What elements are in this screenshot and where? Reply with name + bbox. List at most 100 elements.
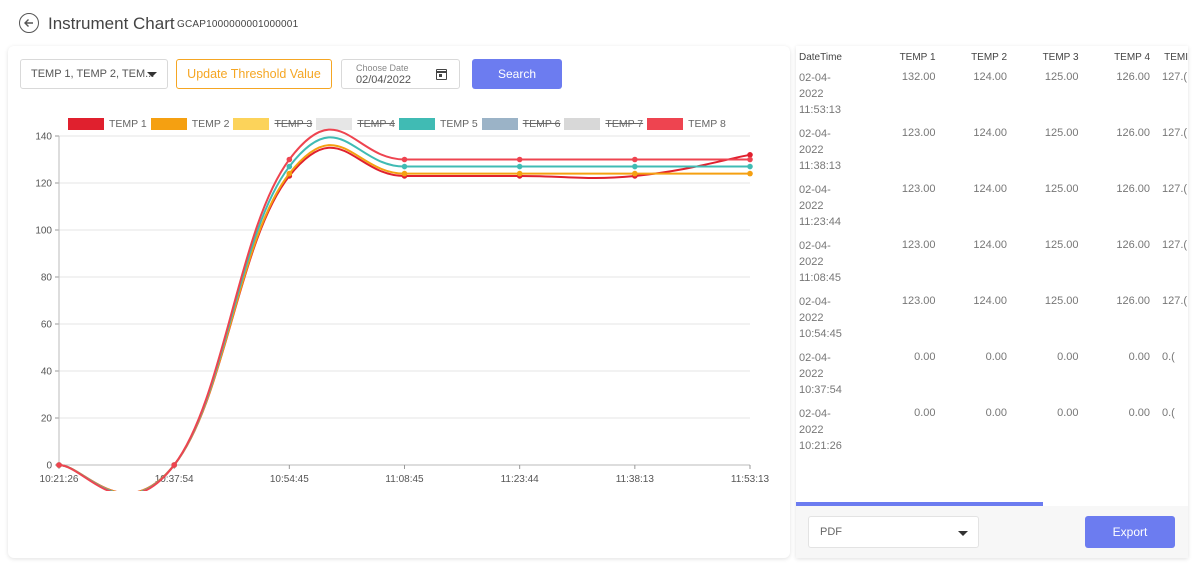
- data-point-temp-2[interactable]: [747, 170, 753, 177]
- sensor-select-value: TEMP 1, TEMP 2, TEM...: [31, 68, 155, 80]
- datetime-part: 10:37:54: [799, 384, 842, 396]
- value-cell: 124.00: [973, 239, 1007, 251]
- value-cell: 0.00: [1057, 351, 1079, 363]
- datetime-part: 2022: [799, 256, 824, 268]
- column-header[interactable]: TEMP 3: [1007, 46, 1079, 68]
- data-table-panel: DateTime TEMP 1 TEMP 2 TEMP 3 TEMP 4 TEMI 02-…: [796, 46, 1188, 558]
- data-point-temp-5[interactable]: [286, 163, 293, 170]
- data-point-temp-8[interactable]: [747, 156, 753, 163]
- y-tick-label: 0: [46, 461, 52, 472]
- value-cell: 0.00: [985, 407, 1007, 419]
- table-header-row: DateTime TEMP 1 TEMP 2 TEMP 3 TEMP 4 TEMI: [796, 46, 1188, 68]
- column-header[interactable]: DateTime: [796, 46, 864, 68]
- arrow-left-icon: [24, 19, 33, 27]
- calendar-icon[interactable]: [436, 69, 447, 80]
- series-line-temp-8: [58, 128, 750, 491]
- value-cell: 0.00: [1128, 351, 1150, 363]
- y-tick-label: 120: [35, 179, 52, 190]
- data-point-temp-5[interactable]: [747, 163, 753, 170]
- data-point-temp-8[interactable]: [286, 156, 293, 163]
- table-row[interactable]: 02-04- 2022 11:38:13 123.00 124.00 125.00 126.…: [796, 124, 1188, 180]
- date-picker[interactable]: Choose Date 02/04/2022: [341, 59, 460, 89]
- x-tick-label: 11:23:44: [501, 474, 540, 485]
- datetime-part: 02-04-: [799, 128, 831, 140]
- datetime-cell: 02-04- 2022 10:54:45: [796, 292, 864, 348]
- data-point-temp-2[interactable]: [632, 170, 638, 177]
- column-header[interactable]: TEMI: [1150, 46, 1188, 68]
- value-cell: 123.00: [901, 295, 936, 307]
- column-header[interactable]: TEMP 4: [1079, 46, 1150, 68]
- sensor-select[interactable]: TEMP 1, TEMP 2, TEM...: [20, 59, 168, 89]
- datetime-cell: 02-04- 2022 11:38:13: [796, 124, 864, 180]
- table-row[interactable]: 02-04- 2022 10:37:54 0.00 0.00 0.00 0.00 0.(: [796, 348, 1188, 404]
- value-cell: 0.00: [914, 351, 936, 363]
- y-tick-label: 140: [35, 132, 52, 143]
- datetime-part: 02-04-: [799, 184, 831, 196]
- series-line-temp-5: [58, 136, 750, 491]
- value-cell: 0.(: [1162, 407, 1175, 419]
- datetime-part: 11:53:13: [799, 104, 842, 116]
- value-cell: 123.00: [901, 127, 936, 139]
- caret-down-icon: [147, 72, 157, 77]
- datetime-part: 02-04-: [799, 72, 831, 84]
- data-point-temp-8[interactable]: [516, 156, 523, 163]
- value-cell: 124.00: [973, 71, 1007, 83]
- data-point-temp-8[interactable]: [171, 462, 177, 468]
- export-format-value: PDF: [820, 526, 842, 538]
- datetime-cell: 02-04- 2022 11:08:45: [796, 236, 864, 292]
- datetime-part: 10:21:26: [799, 440, 842, 452]
- datetime-part: 2022: [799, 144, 824, 156]
- data-table: DateTime TEMP 1 TEMP 2 TEMP 3 TEMP 4 TEMI 02-…: [796, 46, 1188, 460]
- export-format-select[interactable]: PDF: [808, 516, 979, 548]
- table-row[interactable]: 02-04- 2022 11:08:45 123.00 124.00 125.00 126.…: [796, 236, 1188, 292]
- data-point-temp-2[interactable]: [516, 170, 523, 177]
- x-tick-label: 10:21:26: [40, 474, 79, 485]
- x-tick-label: 11:38:13: [616, 474, 655, 485]
- data-point-temp-5[interactable]: [516, 163, 523, 170]
- table-row[interactable]: 02-04- 2022 11:53:13 132.00 124.00 125.00 126.…: [796, 68, 1188, 124]
- table-footer: PDF Export: [796, 506, 1188, 558]
- y-tick-label: 20: [41, 414, 53, 425]
- data-point-temp-5[interactable]: [632, 163, 638, 170]
- data-point-temp-2[interactable]: [401, 170, 408, 177]
- table-row[interactable]: 02-04- 2022 11:23:44 123.00 124.00 125.00 126.…: [796, 180, 1188, 236]
- datetime-cell: 02-04- 2022 10:21:26: [796, 404, 864, 460]
- line-chart: 02040608010012014010:21:26 10:37:54 10:54:…: [35, 128, 770, 491]
- column-header[interactable]: TEMP 1: [864, 46, 936, 68]
- x-tick-label: 10:54:45: [270, 474, 309, 485]
- table-row[interactable]: 02-04- 2022 10:54:45 123.00 124.00 125.00 126.…: [796, 292, 1188, 348]
- value-cell: 124.00: [973, 183, 1007, 195]
- datetime-part: 10:54:45: [799, 328, 842, 340]
- value-cell: 123.00: [901, 239, 936, 251]
- value-cell: 126.00: [1116, 295, 1150, 307]
- value-cell: 125.00: [1044, 183, 1079, 195]
- export-button[interactable]: Export: [1085, 516, 1175, 548]
- series-line-temp-2: [58, 144, 750, 491]
- datetime-part: 2022: [799, 200, 824, 212]
- value-cell: 0.(: [1162, 351, 1175, 363]
- data-point-temp-8[interactable]: [401, 156, 408, 163]
- page-title: Instrument Chart: [48, 14, 175, 33]
- data-point-temp-8[interactable]: [632, 156, 638, 163]
- data-point-temp-2[interactable]: [286, 170, 293, 177]
- date-value: 02/04/2022: [356, 74, 412, 86]
- data-point-temp-5[interactable]: [401, 163, 408, 170]
- datetime-part: 11:23:44: [799, 216, 842, 228]
- data-point-temp-8[interactable]: [56, 462, 62, 468]
- column-header[interactable]: TEMP 2: [936, 46, 1007, 68]
- series-line-temp-1: [58, 146, 751, 491]
- update-threshold-button[interactable]: Update Threshold Value: [176, 59, 332, 89]
- date-label: Choose Date: [356, 63, 409, 73]
- search-button[interactable]: Search: [472, 59, 562, 89]
- value-cell: 126.00: [1116, 127, 1150, 139]
- caret-down-icon: [958, 531, 968, 536]
- datetime-part: 02-04-: [799, 352, 831, 364]
- y-tick-label: 100: [35, 226, 52, 237]
- value-cell: 125.00: [1044, 295, 1079, 307]
- value-cell: 125.00: [1044, 127, 1079, 139]
- back-button[interactable]: [19, 13, 39, 33]
- page-header: Instrument Chart GCAP1000000001000001: [0, 0, 1200, 44]
- table-row[interactable]: 02-04- 2022 10:21:26 0.00 0.00 0.00 0.00 0.(: [796, 404, 1188, 460]
- y-tick-label: 40: [41, 367, 53, 378]
- datetime-cell: 02-04- 2022 11:53:13: [796, 68, 864, 124]
